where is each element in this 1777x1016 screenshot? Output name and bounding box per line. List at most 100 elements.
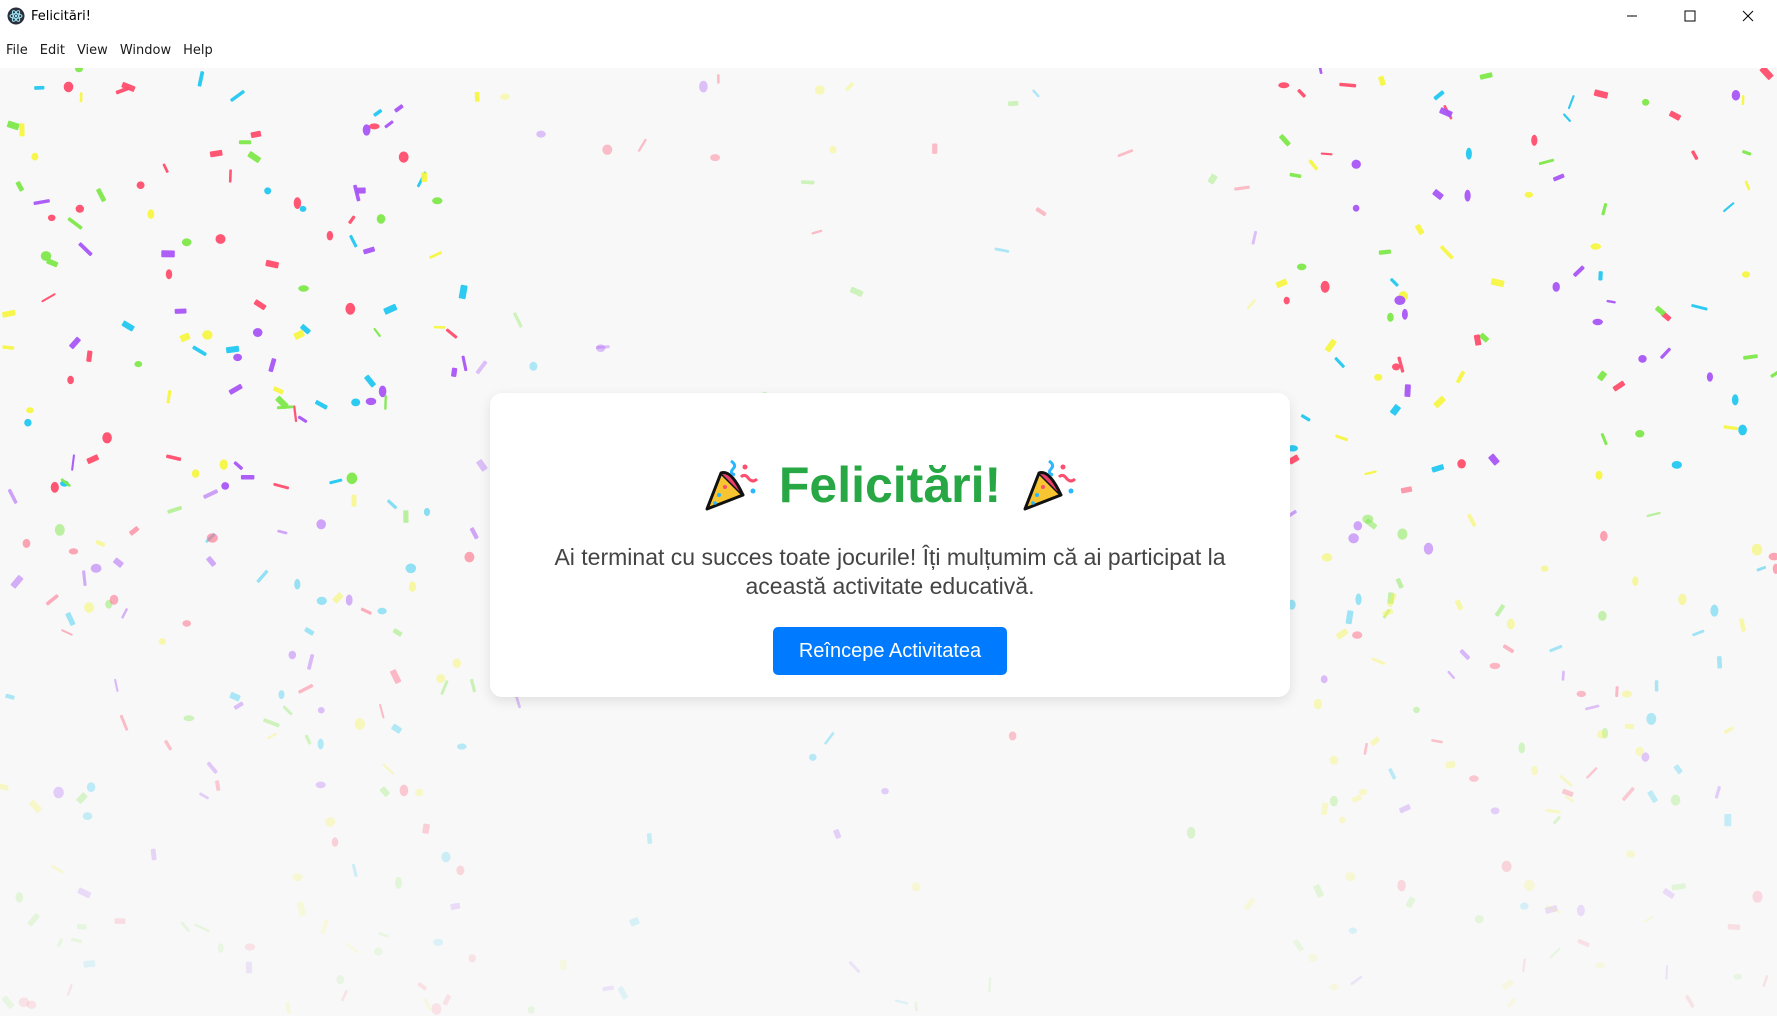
- confetti-piece: [1283, 296, 1290, 305]
- confetti-piece: [1597, 370, 1607, 382]
- confetti-piece: [79, 92, 83, 103]
- confetti-piece: [1321, 553, 1333, 562]
- confetti-piece: [1318, 68, 1323, 74]
- confetti-piece: [1524, 191, 1534, 198]
- confetti-piece: [1320, 152, 1333, 156]
- confetti-piece: [387, 499, 398, 510]
- confetti-piece: [1654, 680, 1659, 692]
- confetti-piece: [1401, 308, 1408, 320]
- confetti-piece: [1563, 113, 1571, 122]
- confetti-piece: [383, 303, 398, 315]
- app-window: Felicitări! File Edit View Window Help F…: [0, 0, 1777, 1016]
- confetti-piece: [433, 938, 444, 946]
- confetti-piece: [158, 638, 166, 645]
- confetti-piece: [1465, 147, 1472, 160]
- confetti-piece: [717, 74, 720, 84]
- restart-activity-button[interactable]: Reîncepe Activitatea: [773, 627, 1007, 675]
- confetti-piece: [1671, 883, 1686, 891]
- confetti-piece: [70, 937, 83, 944]
- confetti-piece: [18, 997, 30, 1007]
- confetti-piece: [1370, 736, 1381, 746]
- confetti-piece: [1378, 75, 1386, 86]
- menu-help[interactable]: Help: [177, 34, 219, 68]
- confetti-piece: [1638, 355, 1647, 363]
- confetti-piece: [1035, 207, 1047, 217]
- confetti-piece: [364, 374, 376, 388]
- confetti-piece: [1738, 424, 1747, 436]
- confetti-piece: [1678, 593, 1687, 606]
- confetti-piece: [67, 983, 73, 996]
- confetti-piece: [1454, 599, 1464, 611]
- confetti-piece: [316, 596, 327, 606]
- confetti-piece: [1374, 373, 1383, 381]
- confetti-piece: [341, 990, 348, 1002]
- confetti-piece: [75, 68, 83, 73]
- maximize-button[interactable]: [1661, 0, 1719, 32]
- confetti-piece: [293, 197, 302, 210]
- confetti-piece: [86, 782, 96, 793]
- confetti-piece: [1397, 528, 1408, 540]
- confetti-piece: [1388, 768, 1397, 780]
- menu-file[interactable]: File: [0, 34, 34, 68]
- confetti-piece: [500, 93, 510, 100]
- confetti-piece: [389, 669, 402, 684]
- minimize-button[interactable]: [1603, 0, 1661, 32]
- confetti-piece: [1308, 953, 1318, 963]
- confetti-piece: [1490, 278, 1505, 288]
- title-bar[interactable]: Felicitări!: [0, 0, 1777, 32]
- confetti-piece: [2, 345, 15, 350]
- confetti-piece: [136, 181, 145, 189]
- confetti-piece: [296, 901, 307, 916]
- confetti-piece: [1353, 521, 1363, 531]
- confetti-piece: [27, 913, 40, 927]
- confetti-piece: [315, 781, 326, 789]
- confetti-piece: [317, 707, 325, 714]
- menu-window[interactable]: Window: [114, 34, 177, 68]
- confetti-piece: [833, 829, 842, 839]
- confetti-piece: [86, 454, 100, 464]
- confetti-piece: [1733, 973, 1742, 980]
- confetti-piece: [450, 902, 461, 911]
- card-title-row: Felicitări!: [490, 455, 1290, 515]
- confetti-piece: [1489, 662, 1501, 670]
- confetti-piece: [1506, 997, 1517, 1008]
- confetti-piece: [1246, 299, 1256, 310]
- confetti-piece: [1561, 788, 1574, 797]
- confetti-piece: [5, 693, 15, 700]
- confetti-piece: [470, 678, 477, 693]
- confetti-piece: [1540, 565, 1549, 572]
- confetti-piece: [129, 526, 140, 536]
- confetti-piece: [267, 732, 277, 740]
- confetti-piece: [230, 90, 245, 102]
- confetti-piece: [1251, 230, 1258, 245]
- confetti-piece: [113, 557, 124, 568]
- confetti-piece: [71, 454, 75, 471]
- confetti-piece: [422, 823, 430, 834]
- confetti-piece: [1691, 304, 1708, 311]
- confetti-piece: [15, 892, 24, 903]
- menu-view[interactable]: View: [71, 34, 114, 68]
- confetti-piece: [264, 187, 272, 195]
- confetti-piece: [379, 786, 390, 797]
- confetti-piece: [51, 864, 64, 874]
- confetti-piece: [829, 146, 837, 154]
- close-button[interactable]: [1719, 0, 1777, 32]
- confetti-piece: [1573, 265, 1585, 277]
- confetti-piece: [63, 81, 74, 93]
- confetti-piece: [82, 812, 93, 820]
- confetti-piece: [848, 961, 861, 974]
- confetti-piece: [395, 876, 402, 889]
- confetti-piece: [95, 540, 106, 547]
- confetti-piece: [1339, 816, 1346, 824]
- confetti-piece: [228, 383, 243, 395]
- confetti-piece: [1576, 904, 1585, 917]
- confetti-piece: [174, 308, 187, 314]
- confetti-piece: [1278, 82, 1290, 89]
- confetti-piece: [351, 494, 357, 507]
- confetti-piece: [629, 917, 640, 927]
- confetti-piece: [1324, 338, 1337, 353]
- confetti-piece: [1328, 983, 1340, 991]
- confetti-piece: [431, 1003, 442, 1015]
- confetti-piece: [1371, 657, 1386, 665]
- menu-edit[interactable]: Edit: [34, 34, 71, 68]
